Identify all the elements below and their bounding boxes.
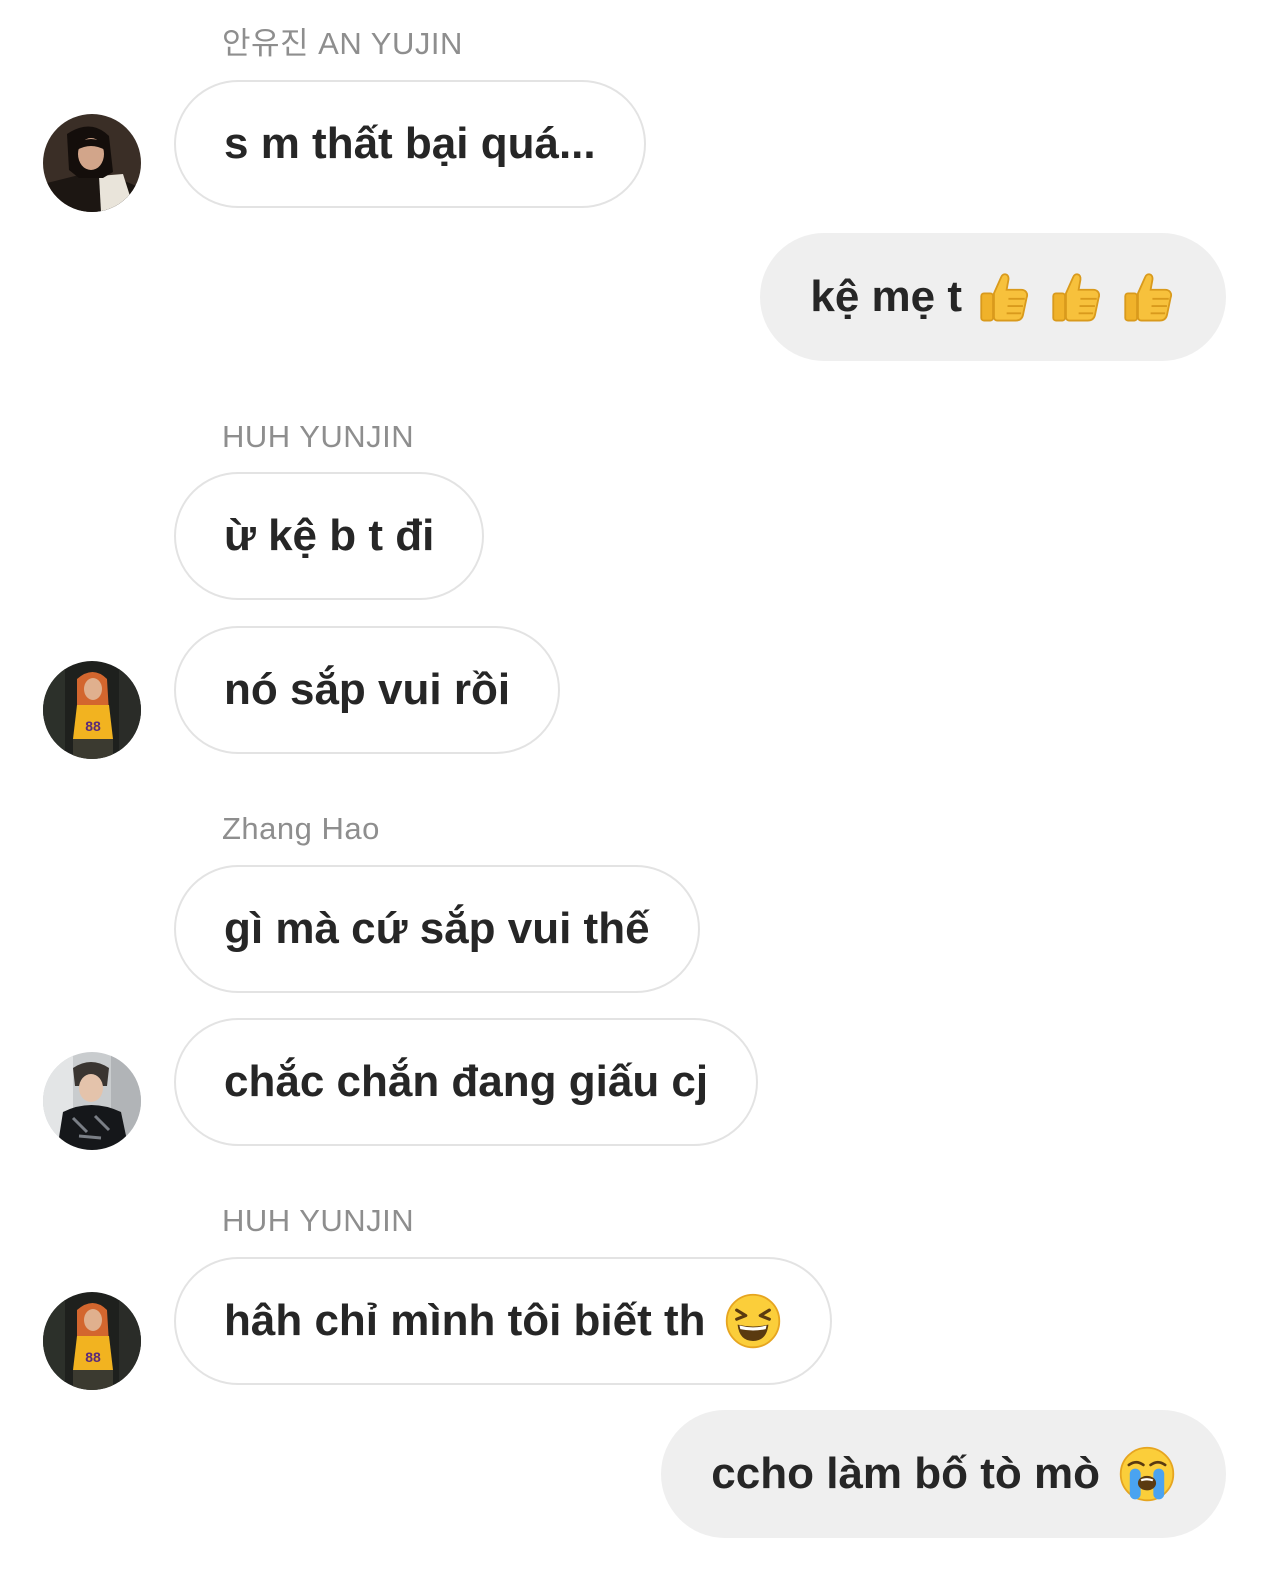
avatar-zhang-hao[interactable] <box>43 1052 141 1150</box>
message-text: kệ mẹ t <box>810 272 962 321</box>
sender-name: 안유진 AN YUJIN <box>222 26 463 61</box>
message-bubble-incoming[interactable]: nó sắp vui rồi <box>174 626 561 754</box>
grinning-squinting-face-icon <box>724 1292 782 1350</box>
thumbs-up-icon <box>1118 268 1176 326</box>
message-bubble-outgoing[interactable]: ccho làm bố tò mò <box>661 1410 1226 1538</box>
thumbs-up-icon <box>1046 268 1104 326</box>
message-text: nó sắp vui rồi <box>224 665 511 714</box>
loudly-crying-face-icon <box>1118 1445 1176 1503</box>
message-bubble-outgoing[interactable]: kệ mẹ t <box>760 233 1226 361</box>
message-text: ừ kệ b t đi <box>224 511 435 560</box>
sender-name: Zhang Hao <box>222 811 380 846</box>
avatar-huh-yunjin[interactable] <box>43 661 141 759</box>
message-bubble-incoming[interactable]: hâh chỉ mình tôi biết th <box>174 1257 832 1385</box>
message-text: s m thất bại quá... <box>224 119 596 168</box>
message-text: ccho làm bố tò mò <box>711 1449 1100 1498</box>
message-text: chắc chắn đang giấu cj <box>224 1057 709 1106</box>
avatar-an-yujin[interactable] <box>43 114 141 212</box>
message-text: gì mà cứ sắp vui thế <box>224 904 650 953</box>
sender-name: HUH YUNJIN <box>222 1203 415 1238</box>
message-bubble-incoming[interactable]: chắc chắn đang giấu cj <box>174 1018 759 1146</box>
sender-name: HUH YUNJIN <box>222 419 415 454</box>
thumbs-up-icon <box>974 268 1032 326</box>
message-text: hâh chỉ mình tôi biết th <box>224 1296 706 1345</box>
message-bubble-incoming[interactable]: ừ kệ b t đi <box>174 472 485 600</box>
avatar-huh-yunjin[interactable] <box>43 1292 141 1390</box>
message-bubble-incoming[interactable]: gì mà cứ sắp vui thế <box>174 865 700 993</box>
message-bubble-incoming[interactable]: s m thất bại quá... <box>174 80 646 208</box>
